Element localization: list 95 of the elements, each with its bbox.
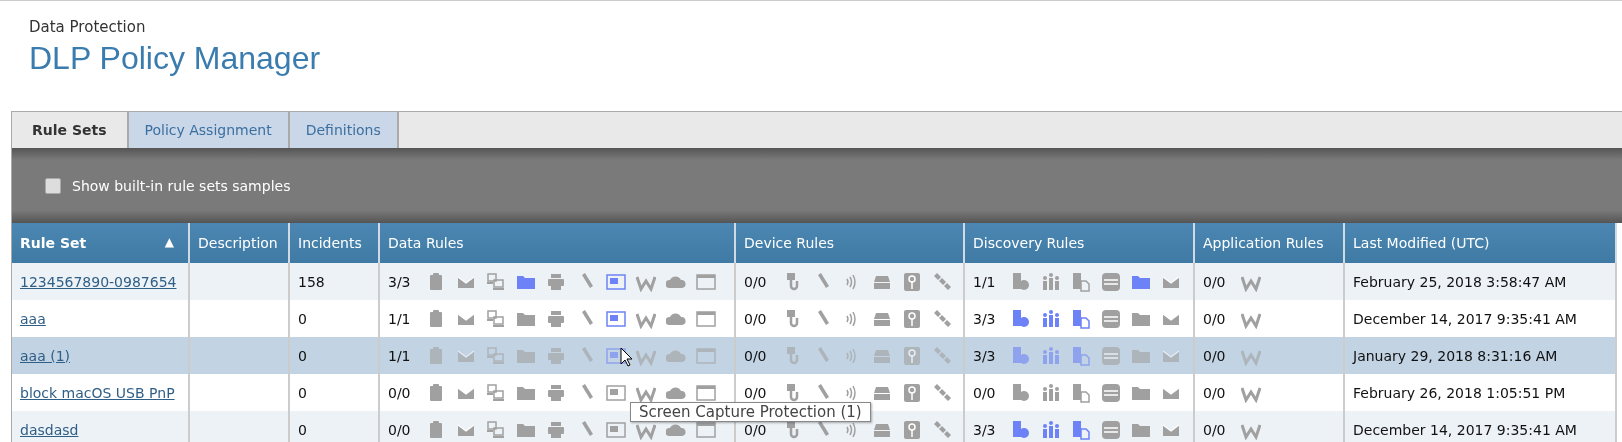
chain-icon[interactable] <box>932 308 952 329</box>
rule-count: 0/0 <box>744 421 768 438</box>
key-lock-icon[interactable] <box>902 345 922 366</box>
rule-count: 0/0 <box>973 384 997 401</box>
chain-icon[interactable] <box>932 382 952 403</box>
people-icon[interactable] <box>1041 419 1061 440</box>
people-icon[interactable] <box>1041 345 1061 366</box>
column-header[interactable]: Discovery Rules <box>964 223 1194 263</box>
rule-count: 1/1 <box>388 347 412 364</box>
computers-icon[interactable] <box>486 382 506 403</box>
checkbox-label: Show built-in rule sets samples <box>72 177 291 194</box>
column-header[interactable]: Rule Set ▲ <box>12 223 189 263</box>
window-icon[interactable] <box>696 382 716 403</box>
chain-icon[interactable] <box>932 419 952 440</box>
window-icon[interactable] <box>696 419 716 440</box>
key-lock-icon[interactable] <box>902 308 922 329</box>
table-cell: December 14, 2017 9:35:41 AM <box>1344 411 1616 442</box>
server-document-icon[interactable] <box>1071 419 1091 440</box>
server-document-icon[interactable] <box>1071 308 1091 329</box>
printer-icon[interactable] <box>546 382 566 403</box>
rule-count: 1/1 <box>388 310 412 327</box>
page-subtitle: Data Protection <box>29 18 147 36</box>
computers-icon[interactable] <box>486 271 506 292</box>
rule-set-link[interactable]: dasdasd <box>20 421 79 438</box>
server-globe-icon[interactable] <box>1011 382 1031 403</box>
table-cell: December 14, 2017 9:35:41 AM <box>1344 300 1616 337</box>
tooltip: Screen Capture Protection (1) <box>630 402 871 422</box>
database-icon[interactable] <box>1101 382 1121 403</box>
table-cell: February 25, 2018 3:58:47 AM <box>1344 263 1616 300</box>
table-cell: 0 <box>289 300 379 337</box>
server-document-icon[interactable] <box>1071 345 1091 366</box>
table-cell: January 29, 2018 8:31:16 AM <box>1344 337 1616 374</box>
key-lock-icon[interactable] <box>902 419 922 440</box>
column-header[interactable]: Description <box>189 223 289 263</box>
window-icon[interactable] <box>696 308 716 329</box>
rule-count: 0/0 <box>388 384 412 401</box>
database-icon[interactable] <box>1101 419 1121 440</box>
people-icon[interactable] <box>1041 308 1061 329</box>
computers-icon[interactable] <box>486 308 506 329</box>
rule-count: 1/1 <box>973 273 997 290</box>
printer-icon[interactable] <box>546 419 566 440</box>
rule-count: 0/0 <box>744 310 768 327</box>
column-header[interactable]: Application Rules <box>1194 223 1344 263</box>
rule-count: 0/0 <box>744 347 768 364</box>
rule-set-link[interactable]: 1234567890-0987654 <box>20 273 177 290</box>
tab[interactable]: Definitions <box>289 112 399 148</box>
rule-set-link[interactable]: aaa (1) <box>20 347 71 364</box>
server-globe-icon[interactable] <box>1011 345 1031 366</box>
rule-count: 0/0 <box>1203 421 1227 438</box>
chain-icon[interactable] <box>932 345 952 366</box>
printer-icon[interactable] <box>546 308 566 329</box>
server-globe-icon[interactable] <box>1011 419 1031 440</box>
rule-count: 0/0 <box>388 421 412 438</box>
rule-count: 0/0 <box>744 384 768 401</box>
column-header[interactable]: Device Rules <box>735 223 964 263</box>
key-lock-icon[interactable] <box>902 382 922 403</box>
chain-icon[interactable] <box>932 271 952 292</box>
rule-count: 3/3 <box>973 310 997 327</box>
computers-icon[interactable] <box>486 419 506 440</box>
people-icon[interactable] <box>1041 382 1061 403</box>
column-header[interactable]: Last Modified (UTC) <box>1344 223 1616 263</box>
table-cell: 0 <box>289 411 379 442</box>
page-title: DLP Policy Manager <box>29 40 322 77</box>
computers-icon[interactable] <box>486 345 506 366</box>
people-icon[interactable] <box>1041 271 1061 292</box>
table-cell: 0 <box>289 337 379 374</box>
window-icon[interactable] <box>696 271 716 292</box>
cursor-icon <box>620 347 634 367</box>
tab[interactable]: Policy Assignment <box>128 112 290 148</box>
rule-count: 0/0 <box>1203 347 1227 364</box>
rule-count: 0/0 <box>1203 384 1227 401</box>
server-document-icon[interactable] <box>1071 271 1091 292</box>
rule-count: 0/0 <box>1203 310 1227 327</box>
rule-count: 3/3 <box>388 273 412 290</box>
server-globe-icon[interactable] <box>1011 271 1031 292</box>
table-cell: February 26, 2018 1:05:51 PM <box>1344 374 1616 411</box>
database-icon[interactable] <box>1101 308 1121 329</box>
printer-icon[interactable] <box>546 345 566 366</box>
rule-count: 0/0 <box>1203 273 1227 290</box>
rule-set-link[interactable]: aaa <box>20 310 46 327</box>
database-icon[interactable] <box>1101 345 1121 366</box>
rule-count: 3/3 <box>973 421 997 438</box>
table-cell: 158 <box>289 263 379 300</box>
rule-count: 3/3 <box>973 347 997 364</box>
checkbox[interactable] <box>45 177 61 194</box>
column-header[interactable]: Data Rules <box>379 223 735 263</box>
server-document-icon[interactable] <box>1071 382 1091 403</box>
printer-icon[interactable] <box>546 271 566 292</box>
key-lock-icon[interactable] <box>902 271 922 292</box>
server-globe-icon[interactable] <box>1011 308 1031 329</box>
rule-count: 0/0 <box>744 273 768 290</box>
column-header[interactable]: Incidents <box>289 223 379 263</box>
database-icon[interactable] <box>1101 271 1121 292</box>
table-cell: 0 <box>289 374 379 411</box>
rule-set-link[interactable]: block macOS USB PnP <box>20 384 175 401</box>
